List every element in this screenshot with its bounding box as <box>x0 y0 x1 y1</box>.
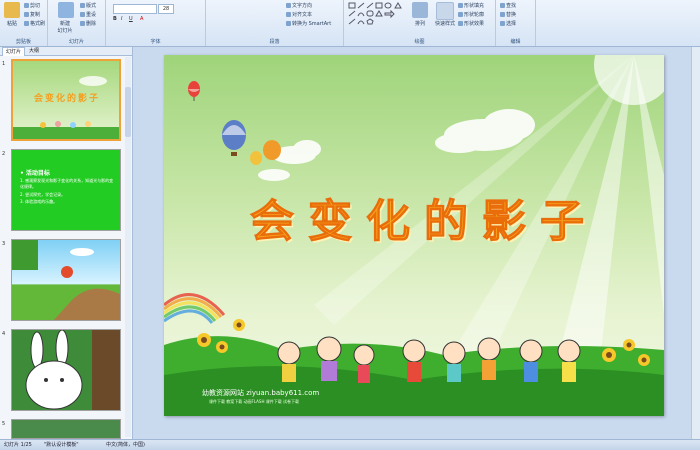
thumb4-scene <box>25 330 120 410</box>
main-slide[interactable]: 会变化的影子 幼教资源网站 ziyuan.baby611.com 课件下载 教案… <box>164 55 664 416</box>
fill-bucket-icon <box>458 3 463 8</box>
align-text-button[interactable]: 对齐文本 <box>286 11 312 18</box>
text-direction-button[interactable]: 文字方向 <box>286 2 312 9</box>
font-name-box[interactable] <box>113 4 157 14</box>
thumb1-scene <box>13 76 119 139</box>
slides-group-label: 幻灯片 <box>68 39 84 45</box>
panel-scrollbar[interactable] <box>125 57 131 437</box>
paste-button[interactable] <box>4 2 20 18</box>
workspace-scrollbar[interactable] <box>691 47 700 439</box>
quick-styles-label: 快速样式 <box>434 21 455 27</box>
select-button[interactable]: 选择 <box>500 20 516 27</box>
scissors-icon <box>24 3 29 8</box>
delete-icon <box>80 21 85 26</box>
replace-button[interactable]: 替换 <box>500 11 516 18</box>
find-button[interactable]: 查找 <box>500 2 516 9</box>
bold-button[interactable]: B <box>113 16 117 22</box>
drawing-group: 排列 快速样式 形状填充 形状轮廓 形状效果 绘图 <box>344 0 496 46</box>
effects-icon <box>458 21 463 26</box>
slide-number: 2 <box>2 151 6 157</box>
slides-panel: 幻灯片 大纲 1 会变化的影子 2 • 活动目标 1. 感观察发现光和影子变化的… <box>0 47 133 439</box>
replace-icon <box>500 12 505 17</box>
paste-label: 粘贴 <box>6 21 17 27</box>
ribbon: 粘贴 剪切 复制 格式刷 剪贴板 新建 幻灯片 版式 重设 删除 幻灯片 字体 … <box>0 0 700 47</box>
status-bar: 幻灯片 1/25 "默认设计模板" 中文(简体，中国) <box>0 439 700 450</box>
shape-outline-button[interactable]: 形状轮廓 <box>458 11 484 18</box>
tab-slides[interactable]: 幻灯片 <box>2 47 26 56</box>
quick-styles-button[interactable] <box>436 2 454 20</box>
thumb2-item: 2. 尝试探究，学会记录。 <box>20 192 66 197</box>
reset-button[interactable]: 重设 <box>80 11 96 18</box>
shape-effects-button[interactable]: 形状效果 <box>458 20 484 27</box>
slide-footer-watermark: 幼教资源网站 ziyuan.baby611.com <box>202 389 320 397</box>
text-direction-icon <box>286 3 291 8</box>
cut-button[interactable]: 剪切 <box>24 2 40 9</box>
smartart-icon <box>286 21 291 26</box>
clipboard-group-label: 剪贴板 <box>15 39 31 45</box>
font-group-label: 字体 <box>150 39 161 45</box>
slide-thumbnail-4[interactable] <box>11 329 121 411</box>
slide-thumbnail-1[interactable]: 会变化的影子 <box>11 59 121 141</box>
outline-pen-icon <box>458 12 463 17</box>
thumb2-item: 1. 感观察发现光和影子变化的关系，知道光与影的变化规律。 <box>20 178 114 189</box>
convert-smartart-button[interactable]: 转换为 SmartArt <box>286 20 331 27</box>
copy-button[interactable]: 复制 <box>24 11 40 18</box>
thumb3-scene <box>12 240 120 320</box>
format-painter-button[interactable]: 格式刷 <box>24 20 45 27</box>
cursor-icon <box>500 21 505 26</box>
hot-air-balloons <box>188 81 281 165</box>
theme-status: "默认设计模板" <box>44 442 79 448</box>
clipboard-group: 粘贴 剪切 复制 格式刷 剪贴板 <box>0 0 48 46</box>
copy-icon <box>24 12 29 17</box>
tab-outline[interactable]: 大纲 <box>26 47 42 55</box>
slide-thumbnail-3[interactable] <box>11 239 121 321</box>
slide-thumbnail-5[interactable] <box>11 419 121 439</box>
shape-fill-button[interactable]: 形状填充 <box>458 2 484 9</box>
paragraph-group: 文字方向 对齐文本 转换为 SmartArt 段落 <box>206 0 344 46</box>
slide-number: 5 <box>2 421 6 427</box>
language-status[interactable]: 中文(简体，中国) <box>106 441 145 448</box>
delete-button[interactable]: 删除 <box>80 20 96 27</box>
shapes-gallery[interactable] <box>348 2 404 30</box>
underline-button[interactable]: U <box>129 16 133 22</box>
layout-icon <box>80 3 85 8</box>
thumb2-item: 3. 体验游戏的乐趣。 <box>20 199 58 204</box>
new-slide-button[interactable] <box>58 2 74 18</box>
thumb2-heading: • 活动目标 <box>20 170 50 177</box>
slide-number: 4 <box>2 331 6 337</box>
slide-footer-links: 课件下载 教案下载 动画FLASH 课件下载 试卷下载 <box>209 399 299 404</box>
align-text-icon <box>286 12 291 17</box>
slide-position-status: 幻灯片 1/25 <box>4 442 32 448</box>
editing-group-label: 编辑 <box>510 39 521 45</box>
panel-scroll-thumb[interactable] <box>125 87 131 137</box>
paragraph-group-label: 段落 <box>269 39 280 45</box>
slide-title[interactable]: 会变化的影子 <box>224 185 624 249</box>
italic-button[interactable]: I <box>121 16 122 22</box>
binoculars-icon <box>500 3 505 8</box>
panel-tabs: 幻灯片 大纲 <box>0 47 132 56</box>
brush-icon <box>24 21 29 26</box>
reset-icon <box>80 12 85 17</box>
slides-group: 新建 幻灯片 版式 重设 删除 幻灯片 <box>48 0 106 46</box>
editing-group: 查找 替换 选择 编辑 <box>496 0 536 46</box>
slide-thumbnail-2[interactable]: • 活动目标 1. 感观察发现光和影子变化的关系，知道光与影的变化规律。 2. … <box>11 149 121 231</box>
new-slide-label: 新建 幻灯片 <box>57 21 73 34</box>
font-color-button[interactable]: A <box>140 16 143 22</box>
slide-number: 3 <box>2 241 6 247</box>
slide-number: 1 <box>2 61 6 67</box>
layout-button[interactable]: 版式 <box>80 2 96 9</box>
font-size-box[interactable]: 28 <box>158 4 174 14</box>
arrange-button[interactable] <box>412 2 428 18</box>
drawing-group-label: 绘图 <box>414 39 425 45</box>
